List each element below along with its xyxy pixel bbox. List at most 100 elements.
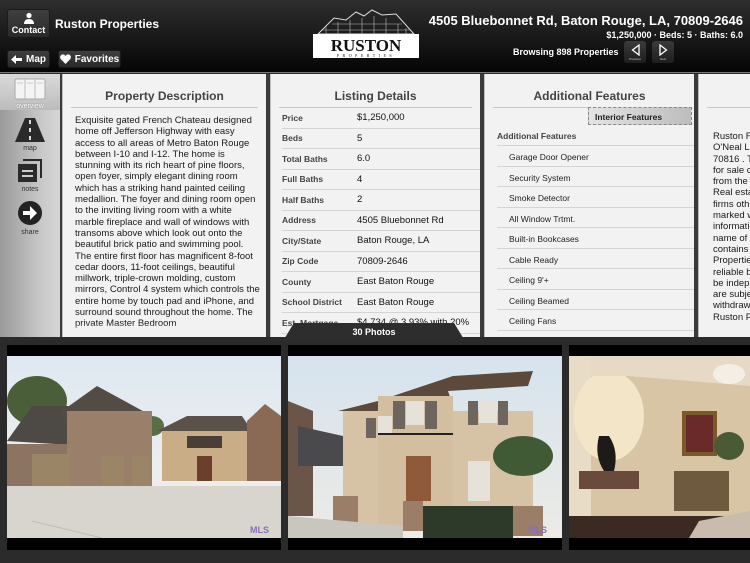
sidebar-item-notes[interactable]: notes	[0, 159, 60, 193]
favorites-button[interactable]: Favorites	[58, 50, 121, 68]
listing-label: Address	[282, 215, 317, 226]
disclaimer-line: be indep	[713, 277, 750, 289]
feature-item: Smoke Detector	[497, 187, 694, 208]
features-group-label: Additional Features	[497, 126, 694, 146]
fade-overlay	[63, 323, 266, 337]
disclaimer-panel: Ruston F O'Neal L 70816 . Tfor sale c from …	[698, 74, 750, 337]
photo-thumbnail[interactable]: MLS	[7, 345, 281, 550]
mls-watermark: MLS	[528, 525, 547, 535]
notes-icon	[18, 159, 42, 182]
photos-count-tab[interactable]: 30 Photos	[283, 323, 465, 341]
overview-icon	[14, 78, 46, 100]
disclaimer-text: Ruston F O'Neal L 70816 . Tfor sale c from …	[699, 108, 750, 323]
previous-button[interactable]: Previous	[624, 41, 646, 63]
listing-value: Baton Rouge, LA	[357, 235, 430, 247]
listing-label: Half Baths	[282, 194, 325, 205]
photo-exterior-garage: MLS	[7, 356, 281, 538]
listing-row: School District East Baton Rouge	[282, 293, 480, 313]
description-panel: Property Description Exquisite gated Fre…	[62, 74, 266, 337]
listing-value: 4	[357, 173, 363, 185]
agent-name: Ruston Properties	[55, 17, 160, 31]
listing-label: Zip Code	[282, 256, 319, 267]
feature-item: Ceiling Beamed	[497, 290, 694, 310]
contact-label: Contact	[11, 25, 46, 35]
listing-row: Address 4505 Bluebonnet Rd	[282, 211, 480, 231]
feature-item: Cable Ready	[497, 249, 694, 269]
disclaimer-line: Propertie	[713, 255, 750, 267]
sidebar-label-share: share	[21, 229, 39, 236]
listing-label: County	[282, 276, 312, 287]
photo-thumbnail[interactable]	[569, 345, 750, 550]
top-bar: Contact Ruston Properties Map Favorites …	[0, 0, 750, 73]
map-button[interactable]: Map	[7, 50, 50, 68]
listing-row: County East Baton Rouge	[282, 272, 480, 293]
listing-row: Price $1,250,000	[282, 108, 480, 129]
disclaimer-line: firms oth	[713, 198, 750, 210]
listing-row: Beds 5	[282, 129, 480, 149]
disclaimer-line: name of	[713, 232, 748, 244]
heart-icon	[59, 54, 71, 64]
disclaimer-line: are subje	[713, 289, 750, 301]
feature-item: Ceiling 9'+	[497, 269, 694, 290]
disclaimer-line: for sale c	[713, 164, 750, 176]
disclaimer-line: 70816 . T	[713, 153, 750, 165]
previous-label: Previous	[629, 56, 641, 61]
listing-value: 5	[357, 132, 363, 144]
sidebar-item-map[interactable]: map	[0, 118, 60, 152]
photo-thumbnail[interactable]: MLS	[288, 345, 562, 550]
description-text: Exquisite gated French Chateau designed …	[75, 115, 260, 329]
mls-watermark: MLS	[250, 525, 269, 535]
favorites-label: Favorites	[74, 53, 120, 65]
feature-item: Security System	[497, 167, 694, 187]
sidebar-item-overview[interactable]: overview	[0, 74, 60, 110]
fade-overlay	[699, 323, 750, 337]
view-sidebar: overview map notes share	[0, 74, 60, 337]
listing-details-panel: Listing Details Price $1,250,000 Beds 5 Tota…	[270, 74, 480, 337]
property-summary: $1,250,000 · Beds: 5 · Baths: 6.0	[606, 30, 743, 40]
disclaimer-line: contains	[713, 243, 749, 255]
browsing-count: Browsing 898 Properties	[513, 47, 619, 57]
sidebar-label-map: map	[23, 145, 37, 152]
logo-subtext: PROPERTIES	[337, 53, 395, 58]
listing-row: Total Baths 6.0	[282, 149, 480, 170]
disclaimer-line: withdraw	[713, 300, 750, 312]
listing-value: $1,250,000	[357, 112, 405, 124]
listing-table: Price $1,250,000 Beds 5 Total Baths 6.0 Full B…	[271, 108, 480, 334]
sidebar-item-share[interactable]: share	[0, 200, 60, 236]
chevron-left-icon	[630, 43, 640, 56]
listing-value: East Baton Rouge	[357, 296, 435, 308]
disclaimer-line: Ruston F	[713, 131, 750, 142]
interior-features-tab[interactable]: Interior Features	[588, 107, 692, 125]
ruston-logo: RUSTON PROPERTIES	[313, 9, 419, 58]
person-icon	[23, 12, 34, 24]
share-arrow-icon	[18, 201, 42, 225]
sidebar-label-notes: notes	[21, 186, 39, 193]
disclaimer-line: O'Neal L	[713, 142, 750, 154]
disclaimer-line: reliable b	[713, 266, 750, 278]
description-title: Property Description	[71, 74, 258, 108]
listing-row: Half Baths 2	[282, 190, 480, 211]
feature-item: All Window Trtmt.	[497, 208, 694, 228]
disclaimer-title	[707, 74, 750, 108]
feature-item: Ceiling Fans	[497, 310, 694, 331]
disclaimer-line: marked w	[713, 210, 750, 222]
photo-front-elevation: MLS	[288, 356, 562, 538]
listing-label: Total Baths	[282, 153, 328, 164]
listing-label: City/State	[282, 235, 322, 246]
disclaimer-line: Ruston P	[713, 311, 750, 323]
disclaimer-line: from the	[713, 176, 748, 188]
listing-label: School District	[282, 297, 342, 308]
details-scroller[interactable]: Property Description Exquisite gated Fre…	[60, 74, 750, 337]
listing-label: Beds	[282, 133, 303, 144]
listing-title: Listing Details	[279, 74, 472, 108]
feature-item: Built-in Bookcases	[497, 228, 694, 249]
listing-value: East Baton Rouge	[357, 276, 435, 288]
photo-gallery[interactable]: MLS MLS	[0, 340, 750, 563]
listing-value: 70809-2646	[357, 255, 408, 267]
contact-button[interactable]: Contact	[7, 9, 50, 38]
features-list: Garage Door Opener Security System Smoke D…	[485, 146, 694, 331]
listing-row: City/State Baton Rouge, LA	[282, 231, 480, 252]
sidebar-label-overview: overview	[16, 103, 44, 110]
listing-label: Full Baths	[282, 174, 324, 185]
next-button[interactable]: Next	[652, 41, 674, 63]
